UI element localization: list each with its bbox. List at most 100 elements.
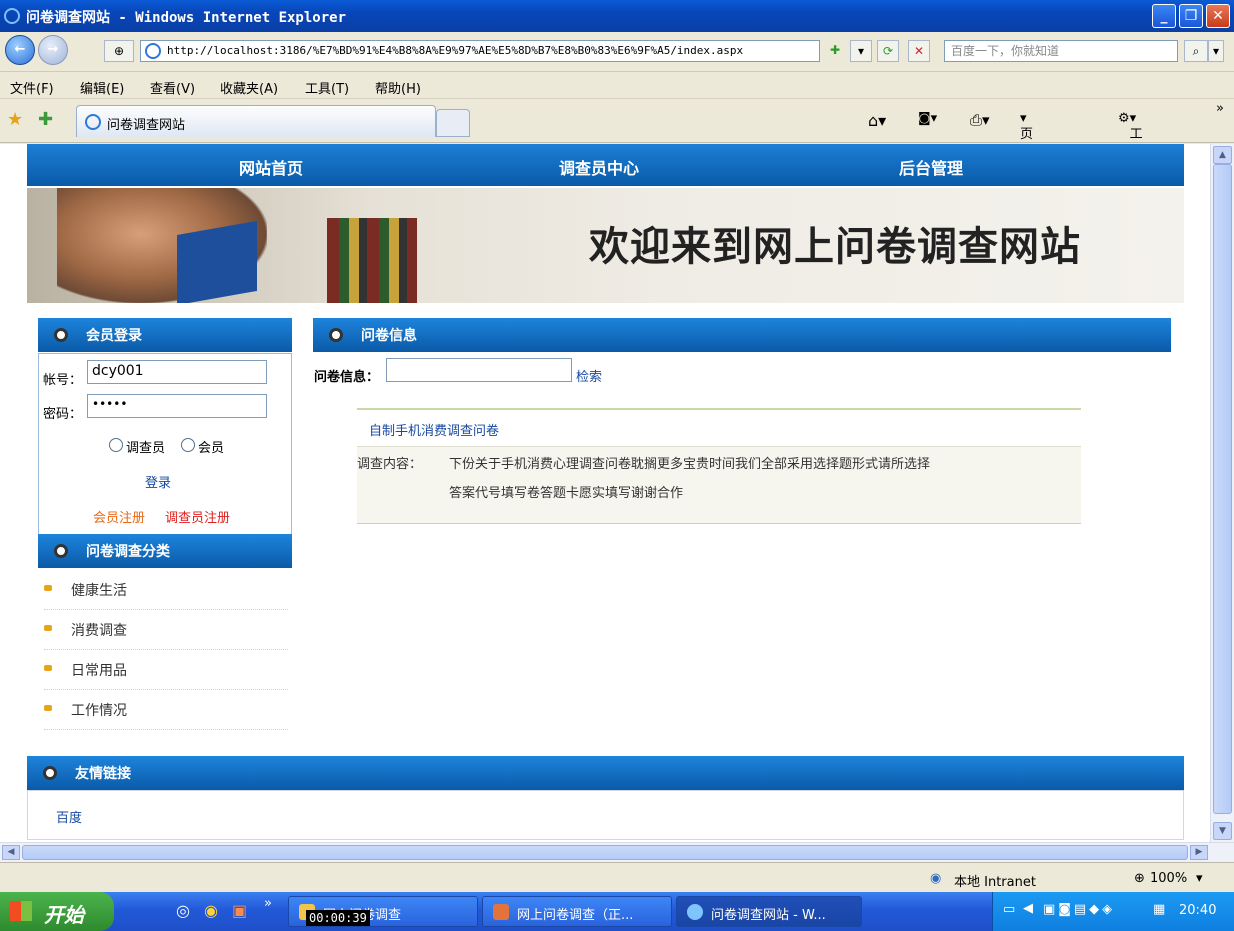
page-tab-icon <box>85 114 101 130</box>
menu-view[interactable]: 查看(V) <box>150 78 195 97</box>
password-label: 密码： <box>43 407 83 422</box>
nav-surveyor-center[interactable]: 调查员中心 <box>559 155 639 179</box>
scroll-down-button[interactable]: ▼ <box>1213 822 1232 840</box>
account-input[interactable]: dcy001 <box>87 360 267 384</box>
menu-help[interactable]: 帮助(H) <box>375 78 421 97</box>
tray-network-icon[interactable]: ▦ <box>1153 902 1165 917</box>
horizontal-scrollbar[interactable]: ◀ ▶ <box>0 842 1234 862</box>
bullet-icon <box>54 328 68 342</box>
compat-view-button[interactable]: ⊕ <box>104 40 134 62</box>
category-item[interactable]: 健康生活 <box>44 570 288 610</box>
scroll-up-button[interactable]: ▲ <box>1213 146 1232 164</box>
clock[interactable]: 20:40 <box>1179 903 1216 918</box>
survey-content-box: 调查内容： 下份关于手机消费心理调查问卷耽搁更多宝贵时间我们全部采用选择题形式请… <box>357 446 1081 524</box>
category-item[interactable]: 工作情况 <box>44 690 288 730</box>
categories-heading-text: 问卷调查分类 <box>86 544 170 560</box>
status-bar: ◉ 本地 Intranet ⊕ 100% ▾ <box>0 862 1234 892</box>
window-titlebar: 问卷调查网站 - Windows Internet Explorer _ ❐ ✕ <box>0 0 1234 32</box>
zoom-icon: ⊕ <box>1134 871 1145 886</box>
password-input[interactable]: ••••• <box>87 394 267 418</box>
url-text: http://localhost:3186/%E7%BD%91%E4%B8%8A… <box>167 44 744 57</box>
tray-apps-icon[interactable]: ▣◙▤◆◈ <box>1043 902 1115 917</box>
banner-book-image <box>177 220 257 303</box>
add-favorite-icon[interactable]: ✚ <box>824 40 846 62</box>
category-item[interactable]: 日常用品 <box>44 650 288 690</box>
app-quicklaunch-icon[interactable]: ◉ <box>204 901 218 920</box>
scroll-left-button[interactable]: ◀ <box>2 845 20 860</box>
print-icon[interactable]: ⎙▾ <box>970 111 990 129</box>
taskbar-item-active[interactable]: 问卷调查网站 - W... <box>676 896 862 927</box>
add-favorites-icon[interactable]: ✚ <box>38 109 53 130</box>
page-menu-button[interactable]: 页面(P)▾ <box>1020 111 1038 176</box>
taskbar-item[interactable]: 网上问卷调查（正... <box>482 896 672 927</box>
stop-button[interactable]: ✕ <box>908 40 930 62</box>
intranet-icon: ◉ <box>930 871 942 886</box>
friends-box: 百度 <box>27 790 1184 840</box>
tray-expand-icon[interactable]: ◀ <box>1023 901 1033 916</box>
back-button[interactable]: ← <box>5 35 35 65</box>
search-input[interactable]: 百度一下，你就知道 <box>944 40 1178 62</box>
menu-bar: 文件(F) 编辑(E) 查看(V) 收藏夹(A) 工具(T) 帮助(H) <box>0 73 1234 99</box>
nav-home[interactable]: 网站首页 <box>239 155 303 179</box>
nav-admin[interactable]: 后台管理 <box>899 155 963 179</box>
vs-icon <box>493 904 509 920</box>
address-toolbar: ← → ⊕ http://localhost:3186/%E7%BD%91%E4… <box>0 32 1234 72</box>
account-label: 帐号： <box>43 373 83 388</box>
media-quicklaunch-icon[interactable]: ▣ <box>232 901 247 920</box>
survey-search-input[interactable] <box>386 358 572 382</box>
survey-info-heading-text: 问卷信息 <box>361 328 417 344</box>
survey-info-heading: 问卷信息 <box>313 318 1171 352</box>
minimize-button[interactable]: _ <box>1152 4 1176 28</box>
recording-timer: 00:00:39 <box>306 910 370 926</box>
address-input[interactable]: http://localhost:3186/%E7%BD%91%E4%B8%8A… <box>140 40 820 62</box>
refresh-button[interactable]: ⟳ <box>877 40 899 62</box>
search-button[interactable]: ⌕ <box>1184 40 1208 62</box>
menu-tools[interactable]: 工具(T) <box>305 78 349 97</box>
ie-icon <box>687 904 703 920</box>
category-label: 健康生活 <box>71 583 127 599</box>
radio-surveyor[interactable] <box>109 438 123 452</box>
tab-current[interactable]: 问卷调查网站 <box>76 105 436 137</box>
category-item[interactable]: 消费调查 <box>44 610 288 650</box>
page-icon <box>145 43 161 59</box>
favorites-star-icon[interactable]: ★ <box>7 109 23 130</box>
address-dropdown-button[interactable]: ▾ <box>850 40 872 62</box>
member-register-link[interactable]: 会员注册 <box>93 507 145 526</box>
menu-edit[interactable]: 编辑(E) <box>80 78 124 97</box>
home-icon[interactable]: ⌂▾ <box>868 111 886 130</box>
friends-heading-text: 友情链接 <box>75 766 131 782</box>
start-button[interactable]: 开始 <box>0 892 114 931</box>
banner-books-image <box>327 218 417 303</box>
quicklaunch-more-icon[interactable]: » <box>264 896 272 911</box>
zoom-dropdown-icon[interactable]: ▾ <box>1196 871 1203 886</box>
restore-button[interactable]: ❐ <box>1179 4 1203 28</box>
forward-button[interactable]: → <box>38 35 68 65</box>
login-button[interactable]: 登录 <box>145 472 171 491</box>
zoom-level[interactable]: 100% <box>1150 871 1187 886</box>
chevron-more-icon[interactable]: » <box>1216 101 1224 116</box>
surveyor-register-link[interactable]: 调查员注册 <box>165 507 230 526</box>
feeds-icon[interactable]: ◙▾ <box>918 111 937 126</box>
new-tab-button[interactable] <box>436 109 470 137</box>
survey-content-line1: 下份关于手机消费心理调查问卷耽搁更多宝贵时间我们全部采用选择题形式请所选择 <box>449 457 931 472</box>
menu-favorites[interactable]: 收藏夹(A) <box>220 78 278 97</box>
vertical-scrollbar[interactable]: ▲ ▼ <box>1210 144 1234 842</box>
taskbar-item-label: 问卷调查网站 - W... <box>711 908 826 923</box>
keyboard-icon[interactable]: ▭ <box>1003 902 1015 917</box>
bullet-icon <box>329 328 343 342</box>
tools-menu-button[interactable]: ⚙工具(O)▾ <box>1118 111 1150 176</box>
vertical-scroll-thumb[interactable] <box>1213 164 1232 814</box>
menu-file[interactable]: 文件(F) <box>10 78 54 97</box>
radio-member[interactable] <box>181 438 195 452</box>
ie-quicklaunch-icon[interactable]: ◎ <box>176 901 190 920</box>
scroll-right-button[interactable]: ▶ <box>1190 845 1208 860</box>
survey-title-link[interactable]: 自制手机消费调查问卷 <box>369 420 499 439</box>
windows-logo-icon <box>10 901 32 921</box>
search-options-button[interactable]: ▾ <box>1208 40 1224 62</box>
window-title: 问卷调查网站 - Windows Internet Explorer <box>26 10 347 26</box>
radio-surveyor-label: 调查员 <box>126 441 166 456</box>
close-button[interactable]: ✕ <box>1206 4 1230 28</box>
friend-link-baidu[interactable]: 百度 <box>56 807 82 826</box>
horizontal-scroll-thumb[interactable] <box>22 845 1188 860</box>
survey-search-button[interactable]: 检索 <box>576 366 602 385</box>
